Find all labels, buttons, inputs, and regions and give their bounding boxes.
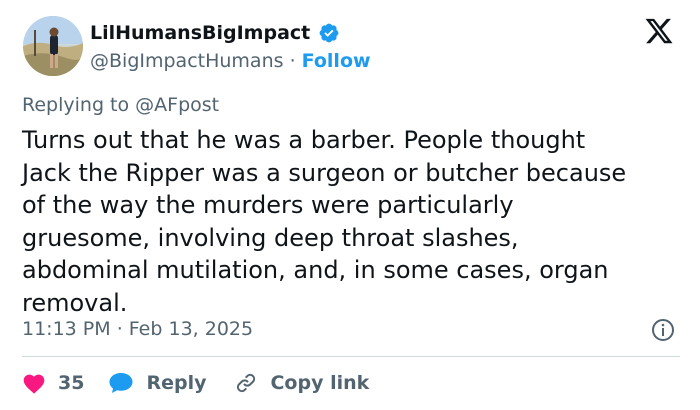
tweet-header: LilHumansBigImpact @BigImpactHumans · Fo…	[23, 14, 684, 78]
tweet-text: Turns out that he was a barber. People t…	[22, 126, 627, 317]
tweet-timestamp[interactable]: 11:13 PM · Feb 13, 2025	[22, 317, 253, 341]
like-count: 35	[58, 372, 85, 394]
avatar[interactable]	[23, 16, 83, 76]
follow-button[interactable]: Follow	[302, 50, 371, 72]
separator-dot: ·	[289, 50, 296, 72]
action-bar: 35 Reply Copy link	[22, 368, 397, 398]
reply-label: Reply	[146, 372, 207, 394]
replying-to-handle[interactable]: @AFpost	[135, 94, 219, 116]
replying-to-prefix: Replying to	[22, 94, 130, 116]
copy-link-button[interactable]: Copy link	[234, 371, 369, 395]
reply-button[interactable]: Reply	[108, 372, 206, 394]
handle-row: @BigImpactHumans · Follow	[90, 48, 371, 74]
tweet-time: 11:13 PM	[22, 318, 111, 340]
replying-to: Replying to @AFpost	[22, 93, 219, 117]
divider	[22, 356, 680, 357]
timestamp-separator: ·	[116, 318, 123, 340]
author-block: LilHumansBigImpact @BigImpactHumans · Fo…	[90, 20, 371, 74]
x-logo-icon[interactable]	[644, 16, 674, 46]
reply-bubble-icon	[109, 373, 133, 393]
tweet-date: Feb 13, 2025	[128, 318, 254, 340]
like-button[interactable]: 35	[22, 372, 84, 394]
heart-icon	[23, 374, 45, 394]
verified-badge-icon	[319, 23, 339, 43]
author-handle[interactable]: @BigImpactHumans	[90, 50, 284, 72]
info-icon[interactable]	[651, 318, 675, 342]
link-icon	[237, 373, 256, 393]
copy-link-label: Copy link	[270, 372, 370, 394]
author-display-name[interactable]: LilHumansBigImpact	[90, 20, 310, 46]
